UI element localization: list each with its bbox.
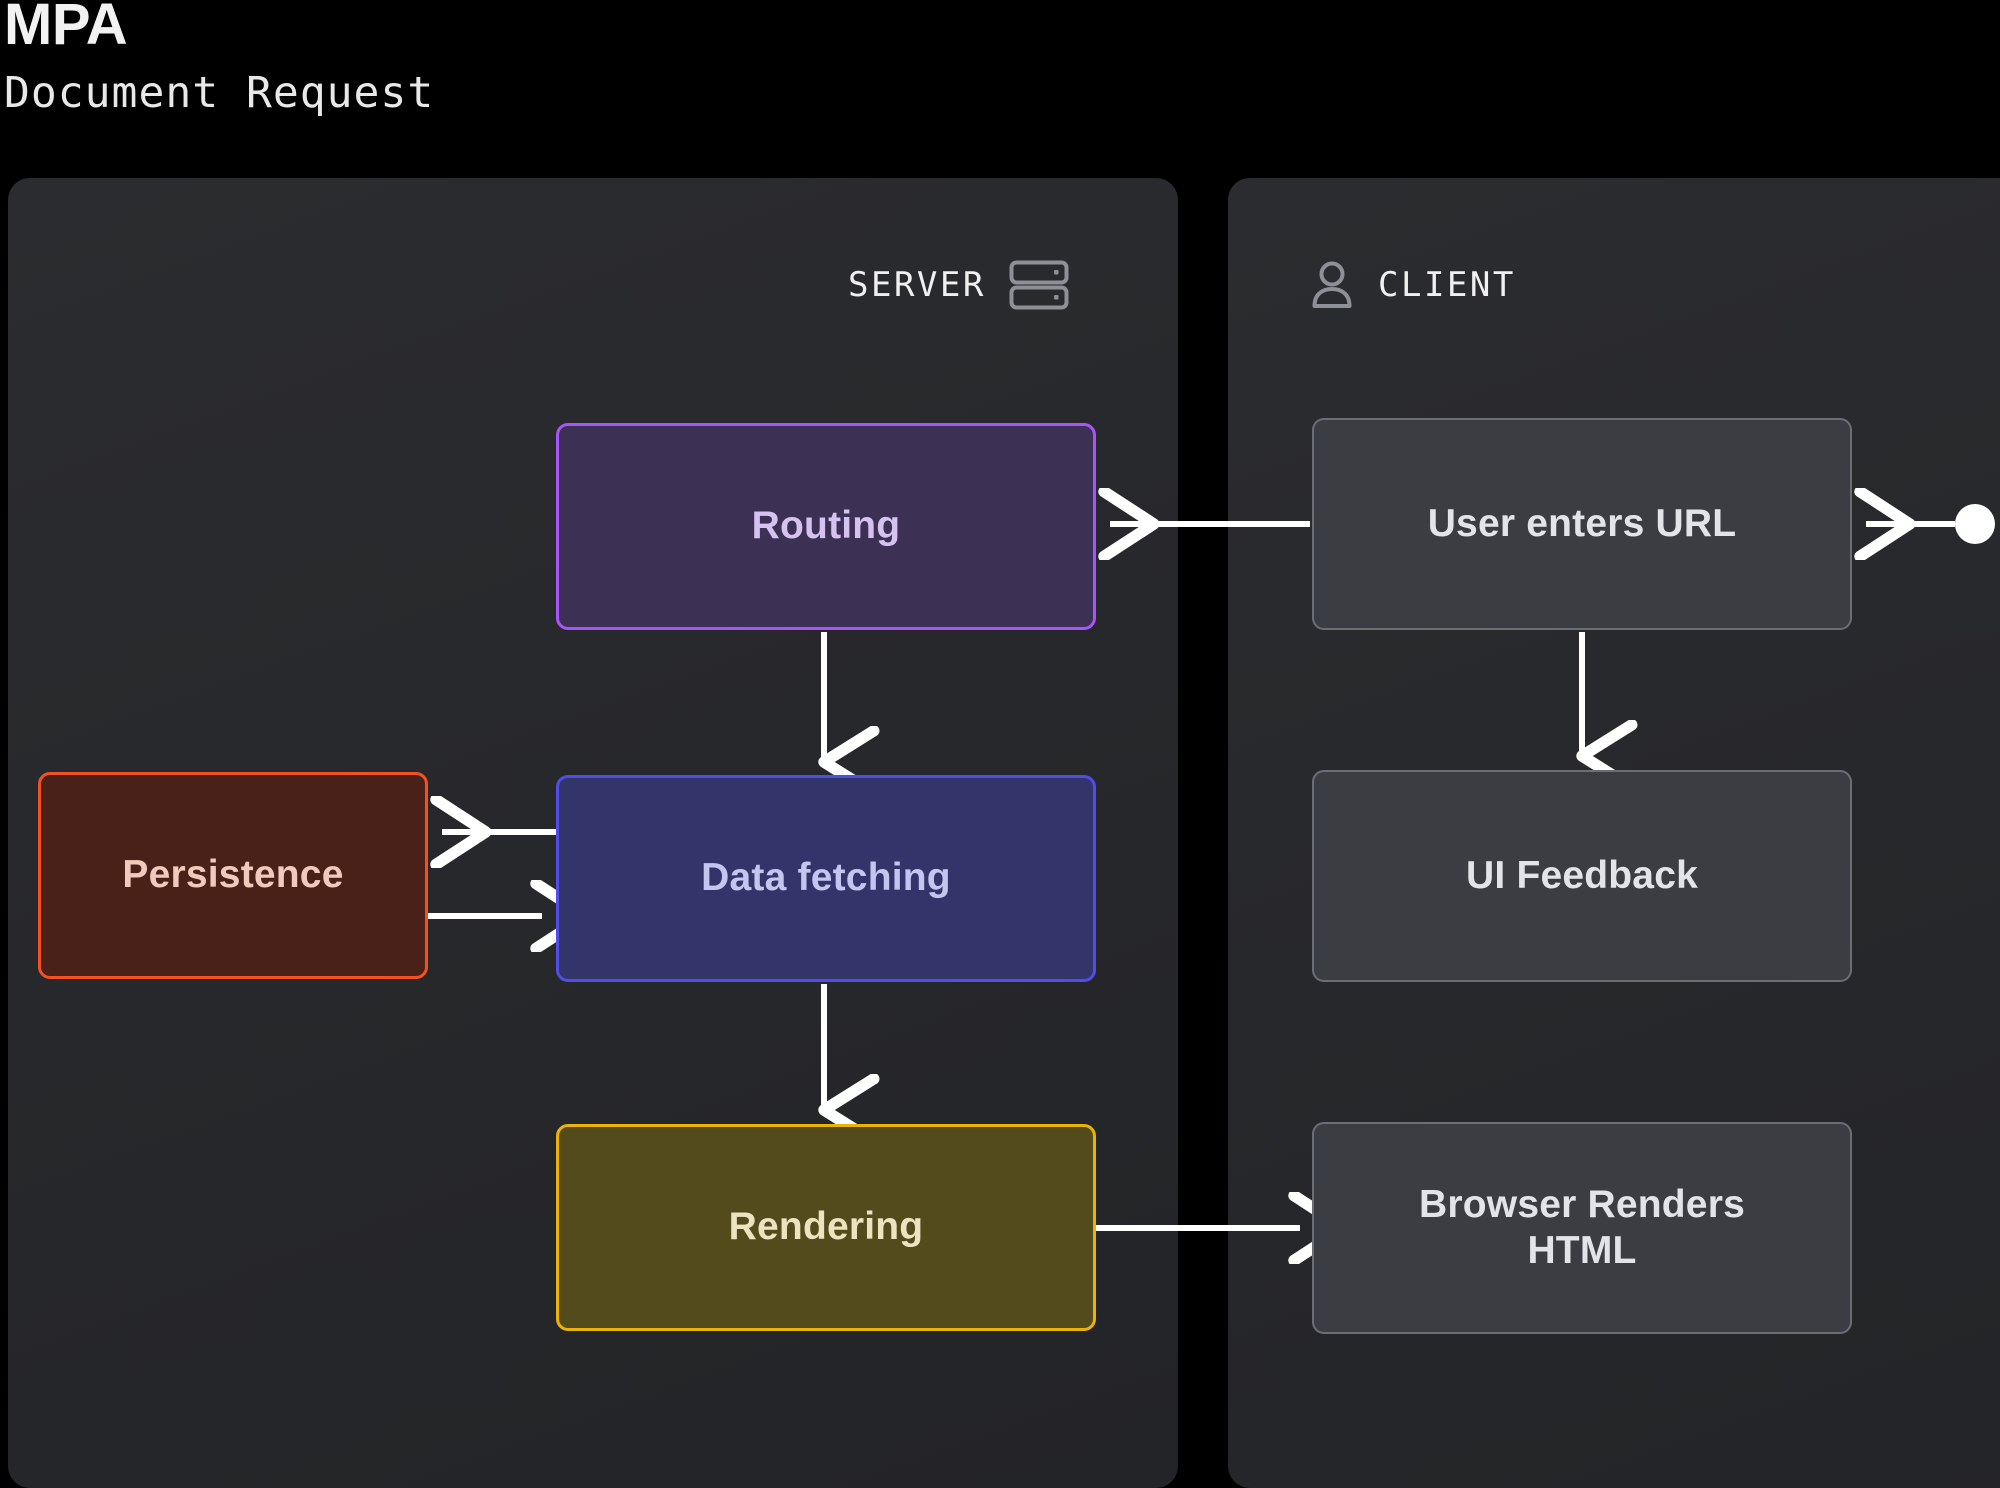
node-label: User enters URL (1427, 501, 1737, 545)
node-user-enters-url[interactable]: User enters URL (1312, 418, 1852, 630)
node-label-line2: HTML (1527, 1229, 1637, 1272)
panel-header-label-server: SERVER (848, 265, 986, 305)
node-routing[interactable]: Routing (556, 423, 1096, 630)
user-person-icon (1308, 258, 1356, 312)
node-browser-renders-html[interactable]: Browser Renders HTML (1312, 1122, 1852, 1334)
node-label: UI Feedback (1466, 853, 1698, 897)
page-title: MPA (4, 0, 128, 57)
node-label-line1: Browser Renders (1419, 1182, 1745, 1226)
node-label: Persistence (122, 853, 344, 897)
server-rack-icon (1008, 258, 1070, 312)
node-persistence[interactable]: Persistence (38, 772, 428, 979)
node-data-fetching[interactable]: Data fetching (556, 775, 1096, 982)
node-label: Rendering (728, 1205, 924, 1249)
node-label: Data fetching (701, 856, 951, 900)
panel-header-server: SERVER (848, 258, 1070, 312)
panel-header-client: CLIENT (1308, 258, 1516, 312)
node-ui-feedback[interactable]: UI Feedback (1312, 770, 1852, 982)
node-label: Browser Renders HTML (1419, 1182, 1745, 1274)
diagram-header: MPA Document Request (0, 0, 2000, 178)
node-label: Routing (751, 504, 901, 548)
page-subtitle: Document Request (4, 68, 435, 118)
node-rendering[interactable]: Rendering (556, 1124, 1096, 1331)
panel-header-label-client: CLIENT (1378, 265, 1516, 305)
